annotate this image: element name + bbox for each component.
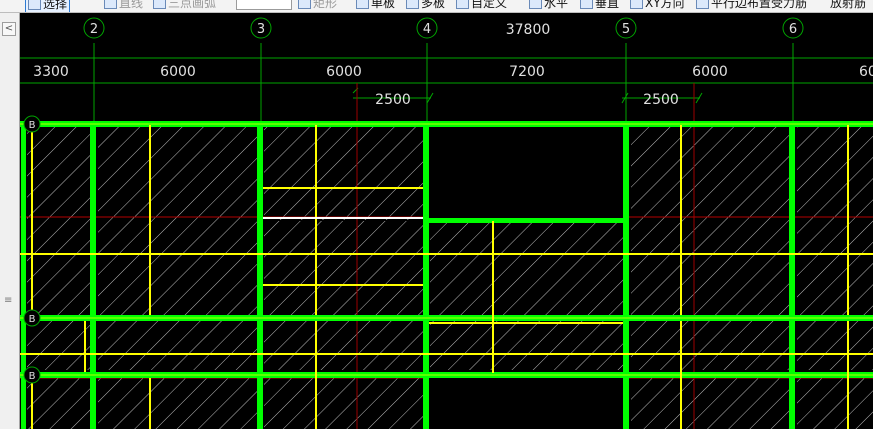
collapse-button[interactable]: <	[2, 22, 16, 36]
row-marker-2: B	[23, 309, 41, 327]
axis-2-label: 2	[90, 22, 98, 37]
beam-axis-4	[423, 121, 429, 429]
horizontal-icon	[529, 0, 542, 9]
rectangle-tool-button[interactable]: 矩形	[298, 0, 337, 11]
axis-3-marker: 3	[250, 17, 272, 39]
rectangle-tool-label: 矩形	[313, 0, 338, 10]
parallel-edge-icon	[696, 0, 709, 9]
dimension-2: 6000	[160, 64, 196, 80]
vertical-icon	[580, 0, 593, 9]
beam-opening-bottom	[423, 218, 629, 223]
beam-axis-3	[257, 121, 263, 429]
row-marker-1-label: B	[29, 120, 36, 131]
vertical-label: 垂直	[595, 0, 620, 10]
custom-icon	[456, 0, 469, 9]
sub-dimension-1: 2500	[375, 92, 411, 108]
dimension-1: 3300	[33, 64, 69, 80]
parallel-edge-label: 平行边布置受力筋	[711, 0, 808, 10]
horizontal-button[interactable]: 水平	[529, 0, 568, 11]
axis-6-marker: 6	[782, 17, 804, 39]
slab-c5	[631, 378, 790, 429]
line-tool-button[interactable]: 直线	[104, 0, 143, 11]
dimension-4: 7200	[509, 64, 545, 80]
axis-3-label: 3	[257, 22, 265, 37]
arc-tool-label: 三点画弧	[168, 0, 217, 10]
axis-2-marker: 2	[83, 17, 105, 39]
rectangle-icon	[298, 0, 311, 9]
xy-direction-label: XY方向	[645, 0, 685, 10]
vertical-button[interactable]: 垂直	[580, 0, 619, 11]
select-tool-label: 选择	[43, 0, 68, 11]
slab-a3-bottom	[264, 221, 423, 315]
slab-a5	[631, 125, 790, 315]
line-tool-label: 直线	[119, 0, 144, 10]
toolbar-combo-box[interactable]	[236, 0, 292, 10]
left-sidebar: < ≡	[0, 13, 20, 429]
arc-icon	[153, 0, 166, 9]
axis-4-marker: 4	[416, 17, 438, 39]
single-board-icon	[356, 0, 369, 9]
single-board-label: 单板	[371, 0, 396, 10]
row-marker-3-label: B	[29, 371, 36, 382]
beam-axis-5	[623, 121, 629, 429]
row-marker-1: B	[23, 115, 41, 133]
row-marker-2-label: B	[29, 314, 36, 325]
slab-c6	[797, 378, 873, 429]
multi-board-button[interactable]: 多板	[406, 0, 445, 11]
slab-a1	[27, 125, 90, 315]
multi-board-icon	[406, 0, 419, 9]
slab-a2	[98, 125, 257, 315]
sidebar-grip[interactable]: ≡	[4, 296, 12, 306]
beam-axis-2	[90, 121, 96, 429]
horizontal-label: 水平	[544, 0, 569, 10]
slab-a3-top	[264, 125, 423, 220]
slab-b5	[631, 321, 790, 370]
slab-c2	[98, 378, 257, 429]
parallel-edge-button[interactable]: 平行边布置受力筋	[696, 0, 807, 11]
slab-b4	[430, 321, 623, 370]
custom-label: 自定义	[471, 0, 508, 10]
dimension-6: 60	[859, 64, 873, 80]
slab-b6	[797, 321, 873, 370]
slab-b3	[264, 321, 423, 370]
axis-4-label: 4	[423, 22, 431, 37]
beam-axis-left	[21, 121, 26, 429]
beam-axis-6	[789, 121, 795, 429]
slab-b1	[27, 321, 90, 370]
select-tool-button[interactable]: 选择	[25, 0, 71, 12]
row-marker-3: B	[23, 366, 41, 384]
custom-button[interactable]: 自定义	[456, 0, 507, 11]
xy-direction-button[interactable]: XY方向	[630, 0, 685, 11]
single-board-button[interactable]: 单板	[356, 0, 395, 11]
app-window: 选择 直线 三点画弧 矩形 单板 多板 自定义 水平 垂直 XY方向 平行边布置…	[0, 0, 873, 429]
dimension-5: 6000	[692, 64, 728, 80]
xy-direction-icon	[630, 0, 643, 9]
total-dimension: 37800	[506, 22, 551, 38]
toolbar: 选择 直线 三点画弧 矩形 单板 多板 自定义 水平 垂直 XY方向 平行边布置…	[0, 0, 873, 13]
cad-drawing[interactable]: 2 3 4 5 6 37800 3300 6000 6000 7200 6000…	[20, 13, 873, 429]
arc-tool-button[interactable]: 三点画弧	[153, 0, 216, 11]
line-icon	[104, 0, 117, 9]
axis-5-marker: 5	[615, 17, 637, 39]
slab-a4	[430, 223, 623, 315]
slab-c3	[264, 378, 423, 429]
slab-c1	[27, 378, 90, 429]
sub-dimension-2: 2500	[643, 92, 679, 108]
opening-bottom	[429, 378, 623, 429]
cursor-icon	[28, 0, 41, 10]
multi-board-label: 多板	[421, 0, 446, 10]
axis-6-label: 6	[789, 22, 797, 37]
slab-a6	[797, 125, 873, 315]
dimension-3: 6000	[326, 64, 362, 80]
drawing-canvas[interactable]: 2 3 4 5 6 37800 3300 6000 6000 7200 6000…	[20, 13, 873, 429]
axis-5-label: 5	[622, 22, 630, 37]
slab-b2	[98, 321, 257, 370]
radial-button[interactable]: 放射筋	[830, 0, 866, 11]
radial-label: 放射筋	[830, 0, 867, 10]
opening-top	[429, 127, 623, 218]
